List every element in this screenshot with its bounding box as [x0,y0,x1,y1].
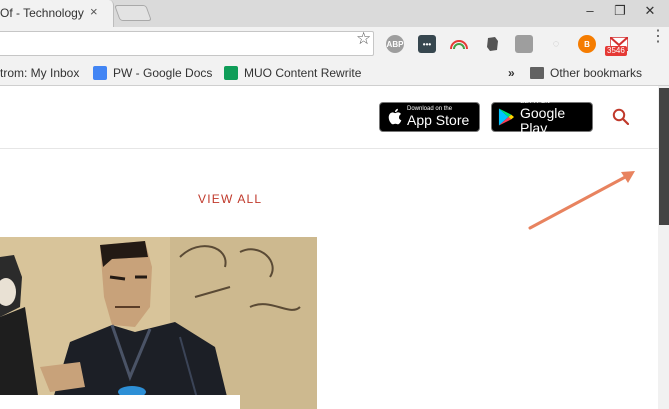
folder-icon [530,67,544,79]
apple-icon [388,108,402,125]
tab-title: Of - Technology [0,6,84,20]
rainbow-extension-icon[interactable] [450,35,468,53]
evernote-icon[interactable] [483,35,501,53]
pocket-extension-icon[interactable] [515,35,533,53]
adblock-plus-icon[interactable]: ABP [386,35,404,53]
abp-label: ABP [386,39,404,49]
google-play-icon [498,108,515,126]
mail-count-badge: 3546 [605,46,627,56]
bookmarks-overflow-icon[interactable]: » [508,66,515,80]
browser-tab-active[interactable]: Of - Technology × [0,0,114,27]
bookmark-label: trom: My Inbox [0,66,80,80]
gray-extension-icon[interactable]: ◌ [547,35,565,53]
bookmark-pw-google-docs[interactable]: PW - Google Docs [93,66,212,80]
app-store-button[interactable]: Download on the App Store [379,102,480,132]
tab-close-icon[interactable]: × [90,4,98,19]
orange-extension-icon[interactable]: B [578,35,596,53]
scrollbar-thumb[interactable] [659,88,669,225]
app-store-big-text: App Store [407,112,470,128]
bookmark-inbox[interactable]: trom: My Inbox [0,66,79,80]
bookmark-star-icon[interactable]: ☆ [356,29,371,49]
google-sheets-icon [224,66,238,80]
window-restore-button[interactable]: ❐ [610,3,630,19]
annotation-arrow-icon [528,171,635,230]
bookmarks-bar: trom: My Inbox PW - Google Docs MUO Cont… [0,61,669,86]
window-minimize-button[interactable]: – [580,3,600,18]
featured-article-image[interactable] [0,237,317,409]
address-bar[interactable] [0,31,374,56]
bookmark-label: MUO Content Rewrite [244,66,362,80]
new-tab-button[interactable] [114,5,152,21]
google-play-big-text: Google Play [519,104,566,136]
other-bookmarks[interactable]: Other bookmarks [530,66,642,80]
view-all-link[interactable]: VIEW ALL [198,192,262,206]
search-icon[interactable] [612,108,629,125]
browser-toolbar: ☆ ABP ••• ◌ B 3546 ⋮ [0,27,669,61]
browser-menu-icon[interactable]: ⋮ [650,29,666,45]
bookmark-label: PW - Google Docs [113,66,213,80]
other-bookmarks-label: Other bookmarks [550,66,643,80]
window-close-button[interactable]: ✕ [640,3,660,19]
web-page: Download on the App Store GET IT ON Goog… [0,86,669,409]
browser-title-bar: Of - Technology × – ❐ ✕ [0,0,669,27]
ellipsis-extension-icon[interactable]: ••• [418,35,436,53]
google-play-button[interactable]: GET IT ON Google Play [491,99,593,135]
header-divider [0,148,658,149]
bookmark-muo-content-rewrite[interactable]: MUO Content Rewrite [224,66,362,80]
google-docs-icon [93,66,107,80]
